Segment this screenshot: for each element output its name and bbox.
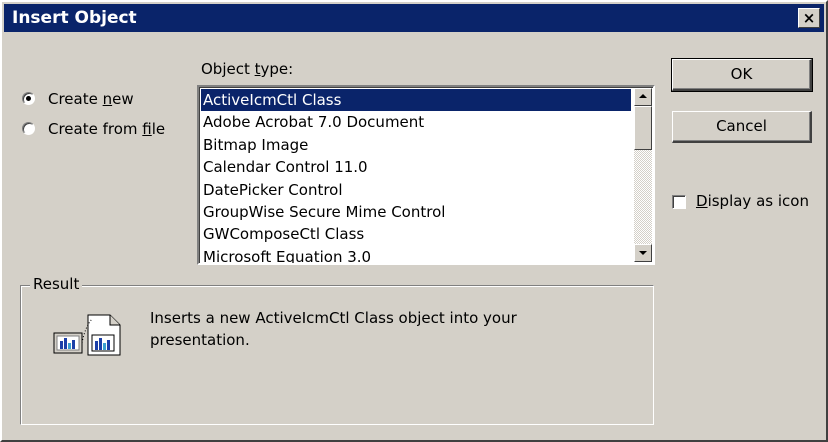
insert-object-dialog: Insert Object × Create new Create from f… (0, 0, 828, 442)
result-label: Result (30, 275, 83, 293)
dialog-title: Insert Object (12, 8, 137, 28)
list-item[interactable]: Microsoft Equation 3.0 (201, 246, 631, 263)
close-button[interactable]: × (798, 8, 820, 28)
vertical-scrollbar[interactable] (634, 88, 652, 262)
list-item[interactable]: GWComposeCtl Class (201, 223, 631, 245)
cancel-button[interactable]: Cancel (672, 111, 812, 143)
create-from-file-radio[interactable] (22, 122, 35, 135)
display-as-icon-checkbox[interactable] (672, 195, 686, 209)
create-from-file-label: Create from file (48, 120, 166, 138)
title-bar[interactable]: Insert Object × (4, 4, 824, 32)
create-new-label: Create new (48, 90, 134, 108)
arrow-down-icon (639, 251, 647, 255)
result-line-2: presentation. (150, 331, 250, 349)
close-icon: × (802, 9, 816, 27)
list-item[interactable]: Bitmap Image (201, 134, 631, 156)
scroll-up-button[interactable] (634, 88, 652, 106)
result-description: Inserts a new ActiveIcmCtl Class object … (150, 307, 590, 351)
display-as-icon-label[interactable]: Display as icon (696, 192, 809, 210)
insert-object-icon (53, 314, 121, 356)
list-item[interactable]: Adobe Acrobat 7.0 Document (201, 111, 631, 133)
scroll-down-button[interactable] (634, 244, 652, 262)
object-type-label: Object type: (201, 60, 294, 78)
radio-selected-dot (26, 96, 31, 101)
scroll-thumb[interactable] (634, 106, 652, 150)
arrow-up-icon (639, 94, 647, 98)
create-new-radio[interactable] (22, 92, 35, 105)
result-line-1: Inserts a new ActiveIcmCtl Class object … (150, 309, 517, 327)
list-item[interactable]: ActiveIcmCtl Class (201, 89, 631, 112)
list-item[interactable]: DatePicker Control (201, 179, 631, 201)
ok-button[interactable]: OK (671, 58, 813, 92)
object-type-list[interactable]: ActiveIcmCtl Class Adobe Acrobat 7.0 Doc… (197, 85, 655, 265)
list-item[interactable]: GroupWise Secure Mime Control (201, 201, 631, 223)
list-item[interactable]: Calendar Control 11.0 (201, 156, 631, 178)
